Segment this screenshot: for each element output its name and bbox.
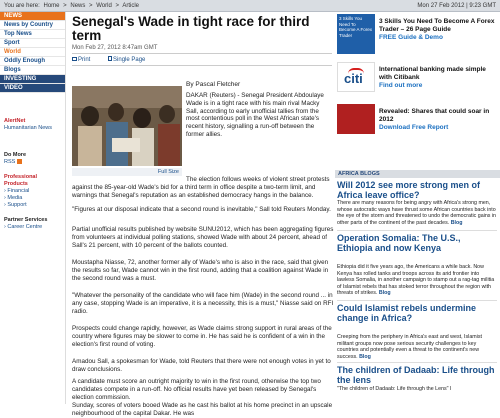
- blog-post-excerpt: There are many reasons for being angry w…: [337, 200, 497, 226]
- divider: [337, 300, 497, 301]
- article-paragraph: A candidate must score an outright major…: [72, 378, 321, 401]
- article-paragraph: The election follows weeks of violent st…: [72, 176, 330, 199]
- print-icon: [72, 57, 77, 61]
- sidebar-item-world[interactable]: World: [0, 48, 65, 57]
- citibank-ad-title[interactable]: International banking made simple with C…: [379, 66, 499, 81]
- rss-link[interactable]: RSS: [4, 159, 61, 166]
- article-paragraph: Amadou Sall, a spokesman for Wade, told …: [72, 358, 331, 373]
- breadcrumb-bar: You are here: Home > News > World > Arti…: [0, 0, 500, 12]
- do-more-block: Do More RSS: [0, 149, 65, 169]
- you-are-here-label: You are here:: [4, 3, 40, 9]
- crumb-sep: >: [115, 3, 119, 9]
- crumb-news[interactable]: News: [70, 3, 85, 9]
- divider: [337, 230, 497, 231]
- africa-blogs-header: AFRICA BLOGS: [335, 170, 500, 178]
- breadcrumb: You are here: Home > News > World > Arti…: [4, 3, 141, 9]
- citibank-ad[interactable]: citi International banking made simple w…: [335, 62, 500, 96]
- blog-post-title[interactable]: Could Islamist rebels undermine change i…: [337, 303, 497, 323]
- blog-post-title[interactable]: Will 2012 see more strong men of Africa …: [337, 180, 497, 200]
- sidebar-item-news[interactable]: NEWS: [0, 12, 65, 21]
- article-paragraph: "Whatever the personality of the candida…: [72, 292, 334, 315]
- article-photo[interactable]: [72, 86, 182, 166]
- print-button[interactable]: Print: [72, 57, 98, 63]
- article-paragraph: Moustapha Niasse, 72, another former all…: [72, 259, 329, 282]
- article-dateline: Mon Feb 27, 2012 8:47am GMT: [72, 45, 158, 51]
- partner-item-career-centre[interactable]: › Career Centre: [4, 224, 61, 231]
- do-more-heading: Do More: [4, 152, 26, 158]
- divider: [72, 65, 332, 66]
- blog-post-title[interactable]: Operation Somalia: The U.S., Ethiopia an…: [337, 233, 497, 253]
- partner-services-heading: Partner Services: [4, 217, 48, 223]
- blog-post-title[interactable]: The children of Dadaab: Life through the…: [337, 365, 497, 385]
- forex-ad-link[interactable]: FREE Guide & Demo: [379, 34, 443, 41]
- divider: [72, 53, 332, 54]
- citi-arc-icon: [348, 68, 364, 74]
- partner-services-block: Partner Services › Career Centre: [0, 214, 65, 234]
- article-paragraph: Sunday, scores of voters booed Wade as h…: [72, 402, 333, 417]
- professional-products-heading[interactable]: Professional Products: [4, 174, 61, 188]
- article-byline: By Pascal Fletcher: [186, 81, 241, 88]
- blog-post-excerpt: Creeping from the periphery in Africa's …: [337, 334, 482, 360]
- sidebar-item-news-by-country[interactable]: News by Country: [0, 21, 65, 30]
- full-size-link[interactable]: Full Size: [72, 168, 182, 176]
- forex-ad-badge[interactable]: 3 Skills You Need To Become A Forex Trad…: [337, 14, 375, 54]
- crumb-world[interactable]: World: [96, 3, 112, 9]
- pro-item-financial[interactable]: › Financial: [4, 188, 61, 195]
- article-tools: Print Single Page: [72, 56, 161, 63]
- single-page-button[interactable]: Single Page: [108, 56, 153, 63]
- current-date: Mon 27 Feb 2012 | 9:23 GMT: [417, 3, 496, 9]
- rss-label[interactable]: RSS: [4, 159, 15, 165]
- crumb-sep: >: [63, 3, 67, 9]
- article-title: Senegal's Wade in tight race for third t…: [72, 14, 310, 43]
- report-thumbnail[interactable]: [337, 104, 375, 134]
- alertnet-subtitle[interactable]: Humanitarian News: [4, 125, 61, 132]
- article-paragraph: Partial unofficial results published by …: [72, 226, 334, 249]
- blog-more-link[interactable]: Blog: [451, 220, 463, 226]
- sidebar-item-investing[interactable]: INVESTING: [0, 75, 65, 84]
- sidebar-item-oddly-enough[interactable]: Oddly Enough: [0, 57, 65, 66]
- sidebar-item-blogs[interactable]: Blogs: [0, 66, 65, 75]
- shares-ad-title[interactable]: Revealed: Shares that could soar in 2012: [379, 108, 499, 123]
- forex-ad-title[interactable]: 3 Skills You Need To Become A Forex Trad…: [379, 18, 499, 33]
- forex-ad[interactable]: 3 Skills You Need To Become A Forex Trad…: [335, 14, 500, 54]
- shares-ad[interactable]: Revealed: Shares that could soar in 2012…: [335, 104, 500, 140]
- alertnet-title[interactable]: AlertNet: [4, 118, 61, 125]
- sidebar-item-top-news[interactable]: Top News: [0, 30, 65, 39]
- blog-more-link[interactable]: Blog: [379, 290, 391, 296]
- article-paragraph: "Figures at our disposal indicate that a…: [72, 206, 331, 213]
- crumb-home[interactable]: Home: [43, 3, 59, 9]
- blog-post-excerpt: Ethiopia did it five years ago, the Amer…: [337, 264, 495, 296]
- sidebar-item-video[interactable]: VIDEO: [0, 84, 65, 93]
- blog-more-link[interactable]: Blog: [359, 354, 371, 360]
- sidebar-item-sport[interactable]: Sport: [0, 39, 65, 48]
- blog-post-excerpt: "The children of Dadaab: Life through th…: [337, 386, 452, 392]
- pro-item-media[interactable]: › Media: [4, 195, 61, 202]
- citi-logo[interactable]: citi: [337, 62, 375, 92]
- photo-crowd-image: [72, 86, 182, 166]
- article-paragraph: Prospects could change rapidly, however,…: [72, 325, 332, 348]
- professional-products-block: Professional Products › Financial › Medi…: [0, 171, 65, 212]
- alertnet-block[interactable]: AlertNet Humanitarian News: [0, 115, 65, 135]
- divider: [337, 362, 497, 363]
- crumb-article: Article: [122, 3, 139, 9]
- left-sidebar: NEWS News by Country Top News Sport Worl…: [0, 12, 66, 404]
- citibank-ad-link[interactable]: Find out more: [379, 82, 422, 89]
- pro-item-support[interactable]: › Support: [4, 202, 61, 209]
- crumb-sep: >: [89, 3, 93, 9]
- article-paragraph: DAKAR (Reuters) - Senegal President Abdo…: [186, 92, 324, 138]
- shares-ad-link[interactable]: Download Free Report: [379, 124, 448, 131]
- rss-icon[interactable]: [16, 159, 22, 165]
- page-icon: [108, 56, 113, 61]
